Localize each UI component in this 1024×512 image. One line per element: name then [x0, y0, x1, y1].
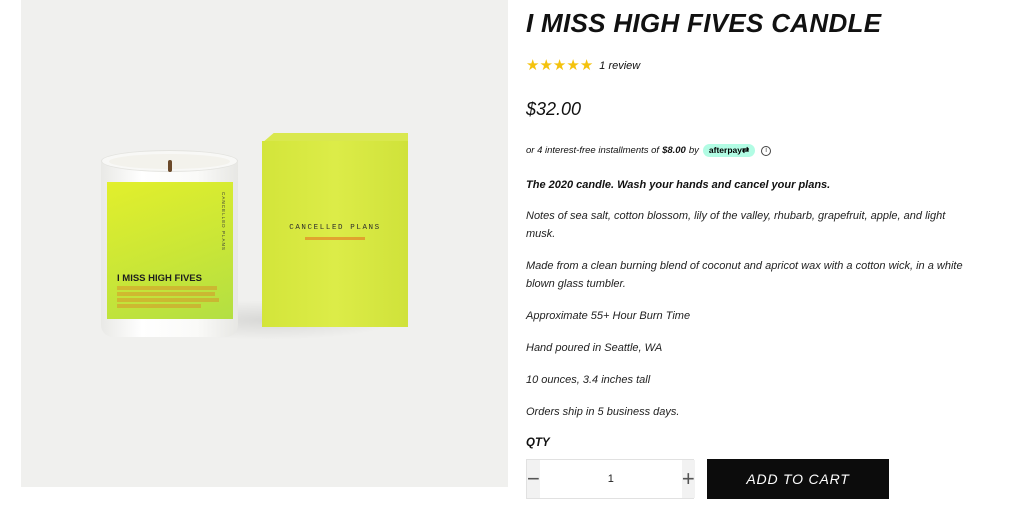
product-shipping: Orders ship in 5 business days. [526, 406, 680, 418]
product-tagline: The 2020 candle. Wash your hands and can… [526, 179, 831, 191]
product-notes: Notes of sea salt, cotton blossom, lily … [526, 210, 946, 240]
jar-label-name: I MISS HIGH FIVES [117, 273, 202, 284]
product-size: 10 ounces, 3.4 inches tall [526, 374, 651, 386]
quantity-stepper[interactable]: − + [526, 459, 695, 499]
product-materials: Made from a clean burning blend of cocon… [526, 260, 963, 290]
afterpay-logo-text: afterpay [708, 145, 742, 155]
candle-box-front: CANCELLED PLANS [262, 141, 408, 327]
review-count-link[interactable]: 1 review [599, 60, 640, 72]
star-icon: ★ [579, 57, 594, 74]
product-rating[interactable]: ★ ★ ★ ★ ★ 1 review [526, 58, 640, 73]
info-icon[interactable]: i [761, 145, 772, 156]
candle-wick [168, 160, 172, 172]
product-price: $32.00 [526, 99, 582, 119]
qty-input[interactable] [539, 460, 682, 498]
star-icon: ★ [526, 57, 540, 74]
product-burn-time: Approximate 55+ Hour Burn Time [526, 310, 691, 322]
jar-label-fineprint [117, 286, 223, 308]
box-subtext [262, 236, 408, 241]
candle-box: CANCELLED PLANS [262, 133, 408, 327]
product-image[interactable]: CANCELLED PLANS I MISS HIGH FIVES CANCEL… [21, 0, 508, 487]
afterpay-logo[interactable]: afterpay⇄ [702, 144, 756, 157]
installments-prefix: or 4 interest-free installments of [526, 145, 660, 156]
qty-label: QTY [526, 437, 550, 449]
qty-increment-button[interactable]: + [681, 460, 695, 498]
installments-by: by [688, 145, 699, 156]
add-to-cart-button[interactable]: ADD TO CART [707, 459, 889, 499]
installments-info: or 4 interest-free installments of $8.00… [526, 144, 772, 157]
qty-decrement-button[interactable]: − [527, 460, 540, 498]
product-origin: Hand poured in Seattle, WA [526, 342, 663, 354]
product-title: I MISS HIGH FIVES CANDLE [526, 8, 882, 38]
rating-stars[interactable]: ★ ★ ★ ★ ★ [526, 58, 593, 73]
star-icon: ★ [539, 57, 553, 74]
jar-label-brand: CANCELLED PLANS [221, 192, 226, 251]
candle-label: CANCELLED PLANS I MISS HIGH FIVES [107, 182, 233, 319]
star-icon: ★ [552, 57, 567, 74]
star-icon: ★ [566, 57, 580, 74]
box-brand-text: CANCELLED PLANS [289, 224, 381, 232]
installments-amount: $8.00 [662, 145, 686, 156]
